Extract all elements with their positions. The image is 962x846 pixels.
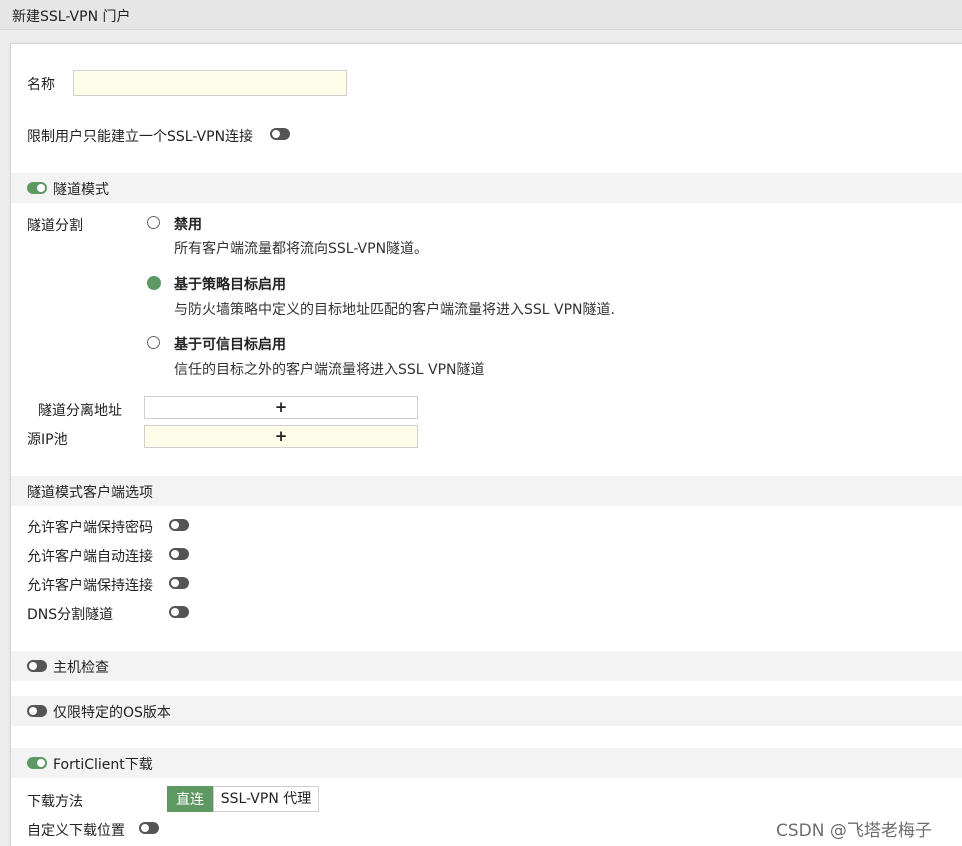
client-auto-connect-label: 允许客户端自动连接 [27, 549, 153, 565]
split-tunneling-label: 隧道分割 [27, 218, 83, 234]
dns-split-tunnel-label: DNS分割隧道 [27, 607, 114, 623]
split-trusted-destination-option-label: 基于可信目标启用 [174, 337, 286, 353]
tunnel-mode-toggle[interactable] [27, 182, 47, 194]
client-options-section-header: 隧道模式客户端选项 [11, 476, 962, 506]
name-label: 名称 [27, 77, 55, 93]
split-policy-destination-description: 与防火墙策略中定义的目标地址匹配的客户端流量将进入SSL VPN隧道. [174, 302, 615, 318]
tunnel-mode-section-header: 隧道模式 [11, 173, 962, 203]
split-trusted-destination-radio[interactable] [147, 336, 160, 349]
split-policy-destination-radio[interactable] [147, 276, 161, 290]
download-method-proxy-button[interactable]: SSL-VPN 代理 [213, 786, 319, 812]
split-disabled-option-label: 禁用 [174, 217, 202, 233]
host-check-section-header: 主机检查 [11, 651, 962, 681]
client-keep-alive-toggle[interactable] [169, 577, 189, 589]
forticlient-download-toggle[interactable] [27, 757, 47, 769]
split-address-label: 隧道分离地址 [38, 403, 122, 419]
limit-single-connection-label: 限制用户只能建立一个SSL-VPN连接 [27, 129, 254, 145]
client-save-password-label: 允许客户端保持密码 [27, 520, 153, 536]
dns-split-tunnel-toggle[interactable] [169, 606, 189, 618]
source-ip-pool-input[interactable]: + [144, 425, 418, 448]
os-restrict-toggle[interactable] [27, 705, 47, 717]
watermark-text: CSDN @飞塔老梅子 [776, 821, 932, 841]
client-keep-alive-label: 允许客户端保持连接 [27, 578, 153, 594]
forticlient-download-label: FortiClient下载 [53, 757, 153, 773]
os-restrict-label: 仅限特定的OS版本 [53, 705, 171, 721]
split-disabled-description: 所有客户端流量都将流向SSL-VPN隧道。 [174, 241, 429, 257]
os-restrict-section-header: 仅限特定的OS版本 [11, 696, 962, 726]
page-title: 新建SSL-VPN 门户 [12, 9, 131, 25]
split-policy-destination-option-label: 基于策略目标启用 [174, 277, 286, 293]
add-split-address-button[interactable]: + [145, 397, 417, 418]
download-method-direct-button[interactable]: 直连 [167, 786, 213, 812]
add-source-ip-pool-button[interactable]: + [145, 426, 417, 447]
limit-single-connection-toggle[interactable] [270, 128, 290, 140]
split-trusted-destination-description: 信任的目标之外的客户端流量将进入SSL VPN隧道 [174, 362, 485, 378]
client-save-password-toggle[interactable] [169, 519, 189, 531]
form-panel: 名称 限制用户只能建立一个SSL-VPN连接 隧道模式 隧道分割 禁用 所有客户… [10, 43, 962, 846]
client-auto-connect-toggle[interactable] [169, 548, 189, 560]
tunnel-mode-label: 隧道模式 [53, 182, 109, 198]
window-title-bar: 新建SSL-VPN 门户 [0, 0, 962, 30]
host-check-label: 主机检查 [53, 660, 109, 676]
custom-download-location-toggle[interactable] [139, 822, 159, 834]
download-method-label: 下载方法 [27, 794, 83, 810]
download-method-selector: 直连 SSL-VPN 代理 [167, 786, 320, 812]
name-input[interactable] [73, 70, 347, 96]
custom-download-location-label: 自定义下载位置 [27, 823, 125, 839]
forticlient-download-section-header: FortiClient下载 [11, 748, 962, 778]
split-address-input[interactable]: + [144, 396, 418, 419]
client-options-header: 隧道模式客户端选项 [27, 485, 153, 501]
host-check-toggle[interactable] [27, 660, 47, 672]
source-ip-pool-label: 源IP池 [27, 432, 68, 448]
split-disabled-radio[interactable] [147, 216, 160, 229]
